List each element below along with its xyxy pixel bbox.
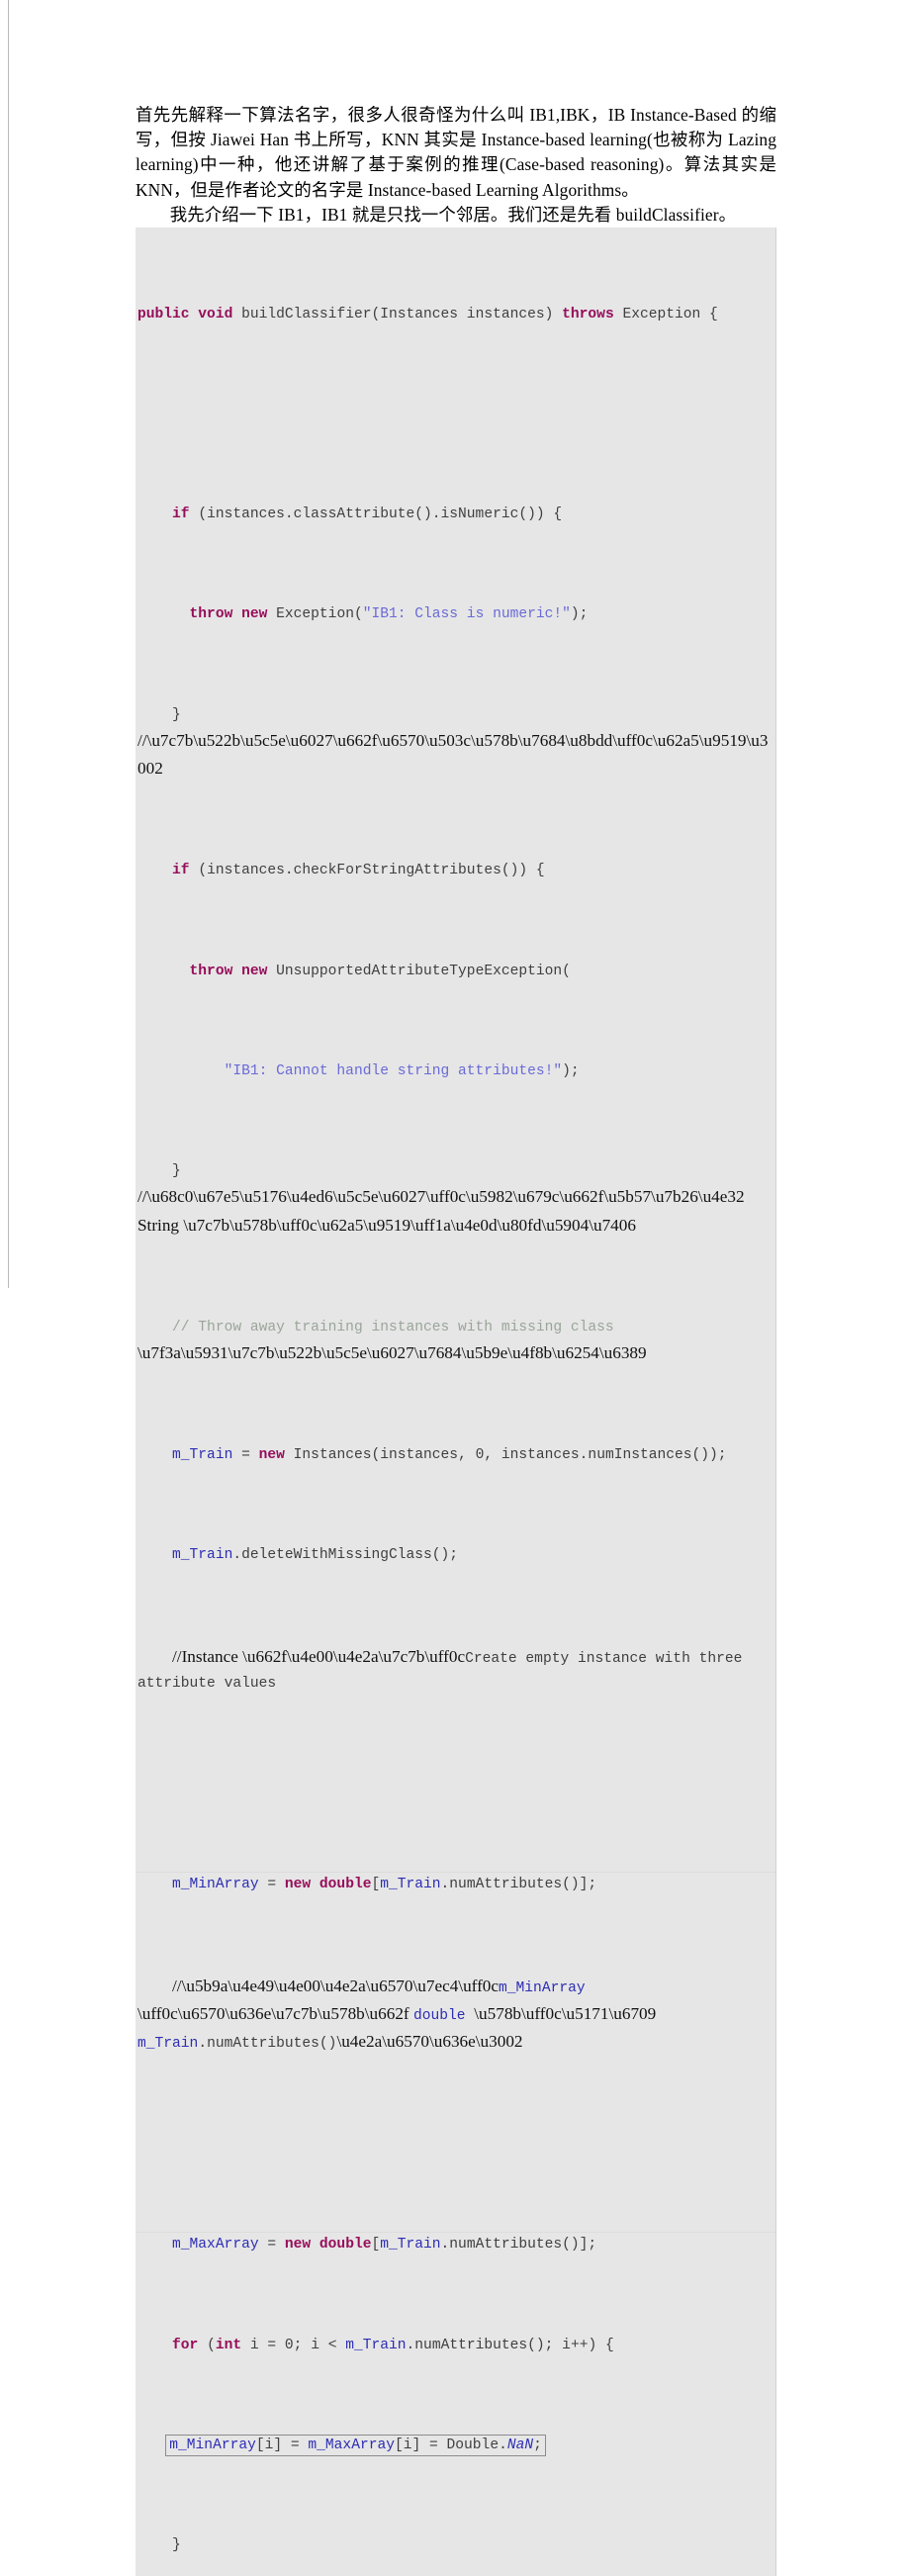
code-line-16: //\u5b9a\u4e49\u4e00\u4e2a\u6570\u7ec4\u…: [137, 1976, 661, 2053]
paragraph-intro-ib1: 我先介绍一下 IB1，IB1 就是只找一个邻居。我们还是先看 buildClas…: [169, 204, 737, 225]
code-line-15: m_MinArray = new double[m_Train.numAttri…: [136, 1872, 775, 1897]
code-line-9: } //\u68c0\u67e5\u5176\u4ed6\u5c5e\u6027…: [137, 1163, 749, 1235]
code-block-build-classifier[interactable]: public void buildClassifier(Instances in…: [136, 228, 776, 2576]
code-line-10: // Throw away training instances with mi…: [137, 1319, 647, 1363]
code-line-5: } //\u7c7b\u522b\u5c5e\u6027\u662f\u6570…: [137, 706, 769, 779]
highlighted-code-line[interactable]: m_MinArray[i] = m_MaxArray[i] = Double.N…: [165, 2434, 546, 2456]
code-line-19: for (int i = 0; i < m_Train.numAttribute…: [172, 2337, 614, 2353]
code-line-12: m_Train.deleteWithMissingClass();: [172, 1547, 459, 1564]
code-line-6: if (instances.checkForStringAttributes()…: [172, 863, 545, 879]
paragraph-intro-algorithm-name: 首先先解释一下算法名字，很多人很奇怪为什么叫 IB1,IBK，IB Instan…: [136, 105, 776, 200]
code-line-1: public void buildClassifier(Instances in…: [137, 306, 718, 322]
code-line-4: throw new Exception("IB1: Class is numer…: [189, 606, 589, 623]
document-content: 首先先解释一下算法名字，很多人很奇怪为什么叫 IB1,IBK，IB Instan…: [136, 103, 776, 2576]
code-line-8: "IB1: Cannot handle string attributes!")…: [224, 1062, 580, 1079]
code-line-18: m_MaxArray = new double[m_Train.numAttri…: [136, 2232, 775, 2257]
code-line-21: }: [137, 2537, 181, 2554]
page-left-rule: [8, 0, 9, 1288]
code-line-7: throw new UnsupportedAttributeTypeExcept…: [189, 963, 571, 979]
code-line-13: //Instance \u662f\u4e00\u4e2a\u7c7b\uff0…: [137, 1646, 752, 1692]
document-page: 首先先解释一下算法名字，很多人很奇怪为什么叫 IB1,IBK，IB Instan…: [0, 0, 910, 2576]
code-line-20[interactable]: m_MinArray[i] = m_MaxArray[i] = Double.N…: [136, 2434, 775, 2458]
code-line-3: if (instances.classAttribute().isNumeric…: [172, 506, 563, 523]
code-line-11: m_Train = new Instances(instances, 0, in…: [172, 1447, 727, 1464]
